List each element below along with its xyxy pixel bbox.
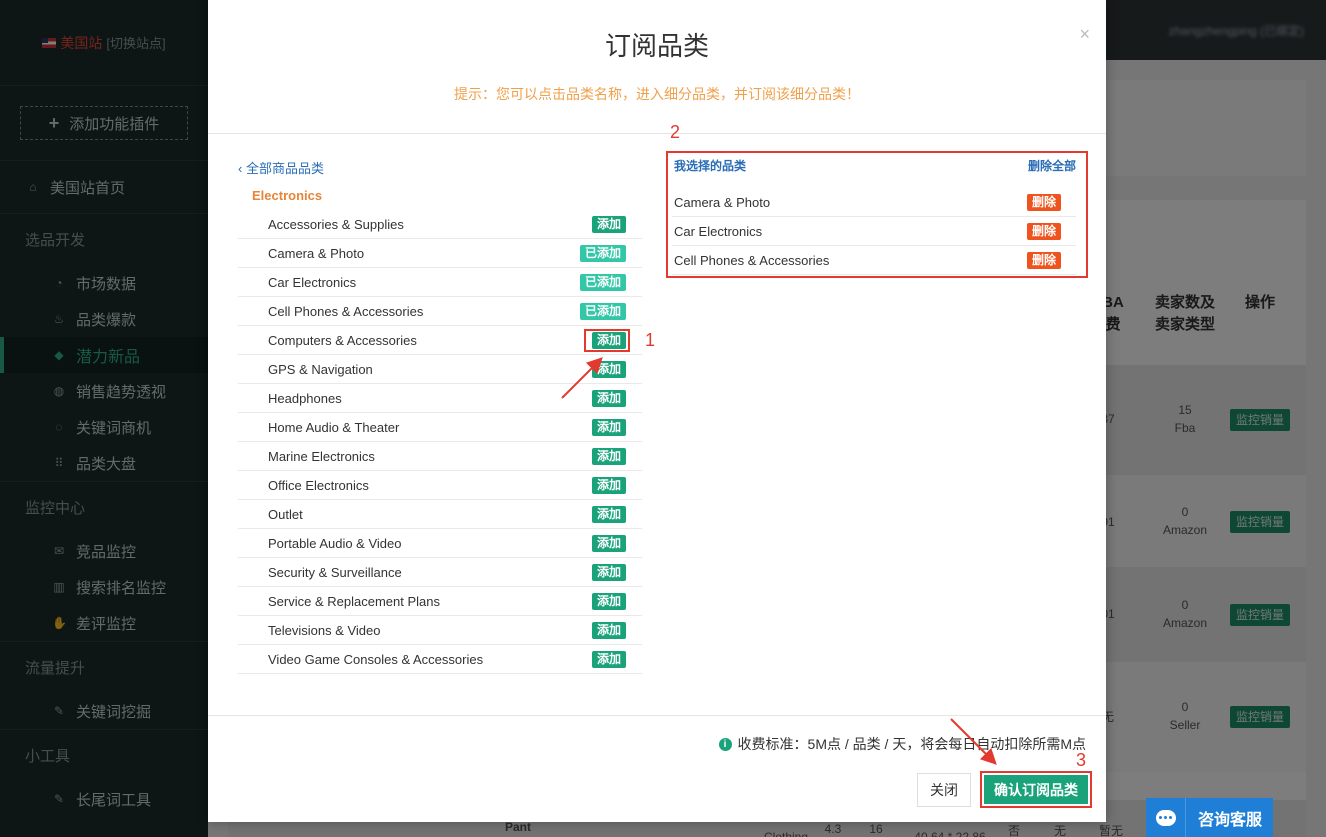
added-badge: 已添加 xyxy=(579,303,626,320)
category-row: Camera & Photo 已添加 xyxy=(238,239,642,268)
add-button[interactable]: 添加 xyxy=(591,448,626,465)
add-button[interactable]: 添加 xyxy=(591,593,626,610)
info-icon: i xyxy=(718,737,732,751)
added-badge: 已添加 xyxy=(579,245,626,262)
category-name-link[interactable]: Headphones xyxy=(268,391,342,406)
category-row: Video Game Consoles & Accessories 添加 xyxy=(238,645,642,674)
current-category[interactable]: Electronics xyxy=(252,188,322,203)
annotation-box-1 xyxy=(584,329,630,352)
modal-body: ‹ 全部商品品类 Electronics Accessories & Suppl… xyxy=(208,134,1106,716)
category-name-link[interactable]: Outlet xyxy=(268,507,303,522)
annotation-label-3: 3 xyxy=(1076,750,1087,770)
selected-categories-panel: 我选择的品类 删除全部 Camera & Photo 删除 Car Electron… xyxy=(666,151,1088,278)
annotation-label-2: 2 xyxy=(670,122,681,142)
delete-button[interactable]: 删除 xyxy=(1026,252,1061,269)
selected-row: Camera & Photo 删除 xyxy=(672,188,1076,217)
category-row: Office Electronics 添加 xyxy=(238,471,642,500)
category-name-link[interactable]: Car Electronics xyxy=(268,275,356,290)
add-button[interactable]: 添加 xyxy=(591,419,626,436)
added-badge: 已添加 xyxy=(579,274,626,291)
category-row: Headphones 添加 xyxy=(238,384,642,413)
add-button[interactable]: 添加 xyxy=(591,564,626,581)
close-button[interactable]: 关闭 xyxy=(917,773,971,807)
category-row: Accessories & Supplies 添加 xyxy=(238,210,642,239)
subscribe-category-modal: × 订阅品类 提示：您可以点击品类名称，进入细分品类，并订阅该细分品类！ ‹ 全… xyxy=(208,0,1106,822)
category-name-link[interactable]: Office Electronics xyxy=(268,478,369,493)
selected-title: 我选择的品类 xyxy=(674,159,747,173)
modal-title: 订阅品类 xyxy=(604,31,709,61)
fee-note-text: 收费标准：5M点 / 品类 / 天，将会每日自动扣除所需M点 xyxy=(737,736,1086,752)
divider xyxy=(208,715,1106,716)
category-row: Service & Replacement Plans 添加 xyxy=(238,587,642,616)
category-row: Security & Surveillance 添加 xyxy=(238,558,642,587)
category-row: Outlet 添加 xyxy=(238,500,642,529)
selected-row: Cell Phones & Accessories 删除 xyxy=(672,246,1076,275)
category-name-link[interactable]: GPS & Navigation xyxy=(268,362,373,377)
customer-service-button[interactable]: 咨询客服 xyxy=(1146,798,1273,837)
category-row: Portable Audio & Video 添加 xyxy=(238,529,642,558)
category-row: Marine Electronics 添加 xyxy=(238,442,642,471)
category-row: Televisions & Video 添加 xyxy=(238,616,642,645)
category-name-link[interactable]: Video Game Consoles & Accessories xyxy=(268,652,483,667)
category-name-link[interactable]: Accessories & Supplies xyxy=(268,217,404,232)
annotation-label-1: 1 xyxy=(645,330,656,350)
chat-icon xyxy=(1146,798,1186,837)
add-button[interactable]: 添加 xyxy=(591,622,626,639)
delete-all-link[interactable]: 删除全部 xyxy=(1028,157,1076,174)
selected-row: Car Electronics 删除 xyxy=(672,217,1076,246)
category-name-link[interactable]: Televisions & Video xyxy=(268,623,381,638)
category-row: Cell Phones & Accessories 已添加 xyxy=(238,297,642,326)
category-row: GPS & Navigation 添加 xyxy=(238,355,642,384)
category-name-link[interactable]: Portable Audio & Video xyxy=(268,536,401,551)
category-row: Home Audio & Theater 添加 xyxy=(238,413,642,442)
confirm-subscribe-button[interactable]: 确认订阅品类 xyxy=(984,775,1088,804)
delete-button[interactable]: 删除 xyxy=(1026,223,1061,240)
selected-category-name: Cell Phones & Accessories xyxy=(674,253,830,268)
category-row: Computers & Accessories 添加 xyxy=(238,326,642,355)
add-button[interactable]: 添加 xyxy=(591,506,626,523)
category-name-link[interactable]: Camera & Photo xyxy=(268,246,364,261)
category-name-link[interactable]: Security & Surveillance xyxy=(268,565,402,580)
add-button[interactable]: 添加 xyxy=(591,535,626,552)
annotation-box-3: 确认订阅品类 xyxy=(980,771,1092,808)
category-name-link[interactable]: Service & Replacement Plans xyxy=(268,594,440,609)
add-button[interactable]: 添加 xyxy=(591,390,626,407)
add-button[interactable]: 添加 xyxy=(591,216,626,233)
selected-category-name: Camera & Photo xyxy=(674,195,771,210)
category-name-link[interactable]: Cell Phones & Accessories xyxy=(268,304,423,319)
delete-button[interactable]: 删除 xyxy=(1026,194,1061,211)
add-button[interactable]: 添加 xyxy=(591,361,626,378)
back-label: 全部商品品类 xyxy=(245,161,324,176)
add-button[interactable]: 添加 xyxy=(591,477,626,494)
fee-note: i 收费标准：5M点 / 品类 / 天，将会每日自动扣除所需M点 xyxy=(718,734,1086,754)
category-name-link[interactable]: Home Audio & Theater xyxy=(268,420,399,435)
customer-service-label: 咨询客服 xyxy=(1198,811,1263,829)
category-name-link[interactable]: Computers & Accessories xyxy=(268,333,417,348)
selected-category-name: Car Electronics xyxy=(674,224,763,239)
category-row: Car Electronics 已添加 xyxy=(238,268,642,297)
category-list: Accessories & Supplies 添加 Camera & Photo 已添… xyxy=(238,210,642,674)
chevron-left-icon: ‹ xyxy=(238,161,243,176)
category-name-link[interactable]: Marine Electronics xyxy=(268,449,375,464)
selected-list: Camera & Photo 删除 Car Electronics 删除 Cell Ph… xyxy=(672,188,1076,275)
add-button[interactable]: 添加 xyxy=(591,651,626,668)
back-to-all-categories-link[interactable]: ‹ 全部商品品类 xyxy=(238,158,324,177)
modal-hint: 提示：您可以点击品类名称，进入细分品类，并订阅该细分品类！ xyxy=(454,86,860,102)
